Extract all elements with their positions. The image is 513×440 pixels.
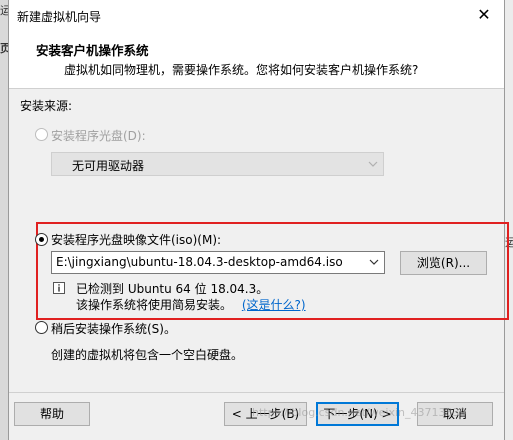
close-icon: ✕ [477, 5, 491, 24]
close-button[interactable]: ✕ [464, 0, 504, 30]
page-title: 安装客户机操作系统 [36, 43, 149, 58]
background-left-text-2: 页 [0, 42, 8, 55]
info-icon [53, 282, 65, 294]
next-button-label: 下一步(N) > [323, 407, 392, 421]
install-later-label: 稍后安装操作系统(S)。 [51, 322, 176, 336]
whats-this-link[interactable]: (这是什么?) [242, 298, 306, 312]
iso-path-value: E:\jingxiang\ubuntu-18.04.3-desktop-amd6… [56, 255, 343, 269]
cancel-button-label: 取消 [442, 407, 467, 421]
cancel-button[interactable]: 取消 [417, 402, 493, 426]
page-subtitle: 虚拟机如同物理机，需要操作系统。您将如何安装客户机操作系统? [64, 63, 419, 77]
background-left-text-1: 运 [0, 4, 8, 17]
install-later-description: 创建的虚拟机将包含一个空白硬盘。 [51, 348, 244, 362]
iso-path-field[interactable]: E:\jingxiang\ubuntu-18.04.3-desktop-amd6… [51, 251, 385, 274]
footer-divider [9, 392, 504, 393]
new-vm-wizard-dialog: 新建虚拟机向导 ✕ 安装客户机操作系统 虚拟机如同物理机，需要操作系统。您将如何… [8, 0, 509, 440]
background-right-strip [505, 0, 513, 440]
chevron-down-icon [369, 259, 379, 265]
window-title: 新建虚拟机向导 [17, 10, 102, 24]
iso-radio-label: 安装程序光盘映像文件(iso)(M): [51, 233, 222, 247]
disc-radio-label: 安装程序光盘(D): [51, 129, 146, 143]
next-button[interactable]: 下一步(N) > [316, 402, 399, 426]
help-button[interactable]: 帮助 [14, 402, 90, 426]
browse-button-label: 浏览(R)... [416, 256, 471, 270]
chevron-down-icon [368, 161, 378, 167]
install-source-label: 安装来源: [20, 99, 73, 113]
easy-install-message: 该操作系统将使用简易安装。 [76, 298, 233, 312]
back-button[interactable]: < 上一步(B) [224, 402, 307, 426]
drive-select-value: 无可用驱动器 [72, 159, 145, 173]
iso-radio[interactable] [35, 233, 48, 246]
install-later-radio[interactable] [35, 321, 48, 334]
disc-radio[interactable] [35, 128, 48, 141]
back-button-label: < 上一步(B) [231, 407, 300, 421]
browse-button[interactable]: 浏览(R)... [400, 251, 487, 275]
easy-install-text: 该操作系统将使用简易安装。 (这是什么?) [76, 296, 306, 313]
detected-os-text: 已检测到 Ubuntu 64 位 18.04.3。 [76, 282, 269, 296]
background-left-strip [0, 0, 8, 440]
drive-select[interactable]: 无可用驱动器 [51, 152, 384, 176]
wizard-header: 安装客户机操作系统 虚拟机如同物理机，需要操作系统。您将如何安装客户机操作系统? [9, 30, 504, 89]
help-button-label: 帮助 [39, 407, 64, 421]
title-bar: 新建虚拟机向导 ✕ [9, 0, 504, 30]
